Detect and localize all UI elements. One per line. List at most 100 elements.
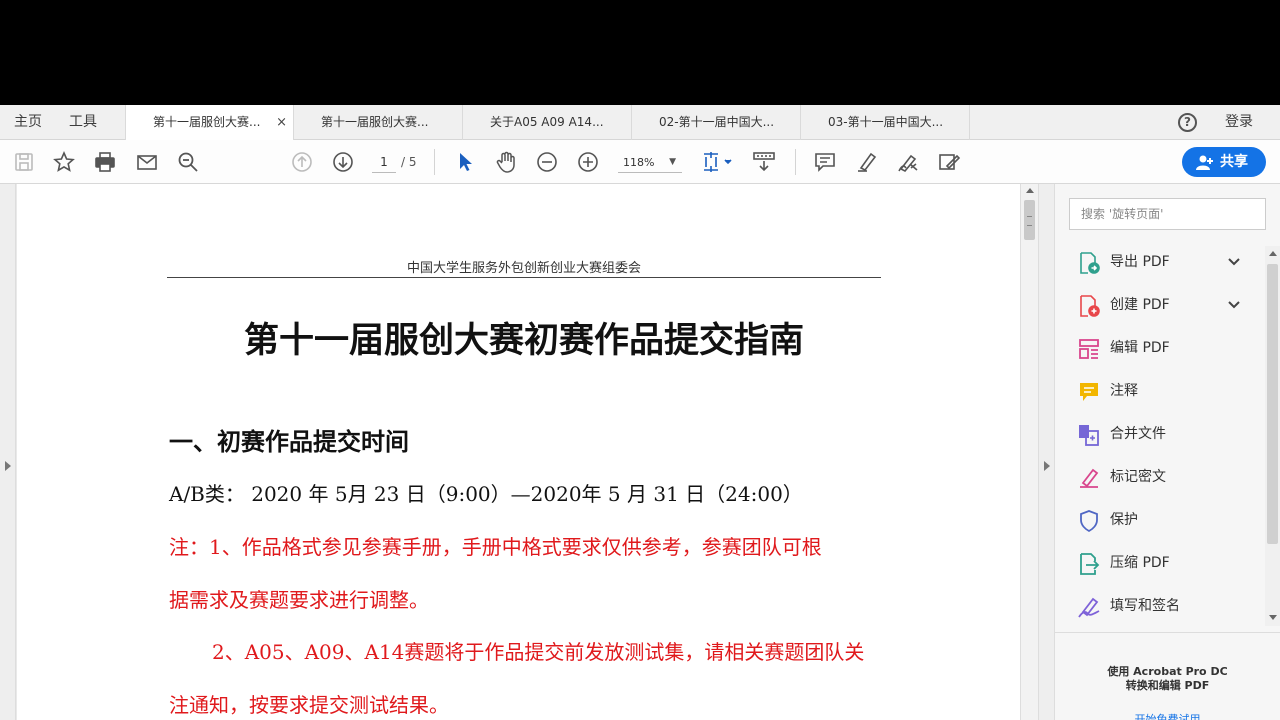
create-pdf-icon — [1077, 294, 1101, 318]
page-number-input[interactable]: 1 — [372, 152, 396, 173]
nav-home[interactable]: 主页 — [14, 105, 42, 140]
scroll-up-icon[interactable] — [1026, 188, 1034, 193]
chevron-right-icon — [5, 461, 11, 471]
tool-edit-pdf[interactable]: 编辑 PDF — [1055, 331, 1265, 365]
free-trial-link[interactable]: 开始免费试用 — [1055, 711, 1280, 720]
tools-scrollbar[interactable] — [1265, 246, 1280, 626]
previous-page-icon[interactable] — [290, 150, 314, 174]
toolbar-divider — [795, 149, 796, 175]
nav-tools[interactable]: 工具 — [69, 105, 97, 140]
zoom-out-icon[interactable] — [535, 150, 559, 174]
next-page-icon[interactable] — [331, 150, 355, 174]
save-icon[interactable] — [12, 150, 36, 174]
note-line: 注通知，按要求提交测试结果。 — [169, 693, 449, 717]
sign-icon[interactable] — [896, 150, 920, 174]
tools-panel: 搜索 '旋转页面' 导出 PDF 创建 PDF 编辑 PDF 注释 合并文件 标… — [1055, 184, 1280, 720]
scroll-up-icon[interactable] — [1269, 251, 1277, 256]
tool-compress-pdf[interactable]: 压缩 PDF — [1055, 546, 1265, 580]
tool-export-pdf[interactable]: 导出 PDF — [1055, 245, 1265, 279]
document-tab-label: 03-第十一届中国大... — [828, 115, 944, 129]
chevron-down-icon[interactable] — [1227, 255, 1241, 269]
tab-bar: 主页 工具 第十一届服创大赛... × 第十一届服创大赛... 关于A05 A0… — [0, 105, 1280, 141]
page-total: / 5 — [401, 155, 417, 169]
tool-combine-files[interactable]: 合并文件 — [1055, 417, 1265, 451]
toolbar: 1 / 5 118% ▼ 共享 — [0, 140, 1280, 184]
edit-pdf-icon — [1077, 337, 1101, 361]
redact-icon — [1077, 466, 1101, 490]
right-panel-toggle[interactable] — [1038, 184, 1055, 720]
document-tab-label: 第十一届服创大赛... — [153, 115, 261, 129]
tool-label: 编辑 PDF — [1110, 340, 1170, 356]
tool-label: 压缩 PDF — [1110, 555, 1170, 571]
combine-files-icon — [1077, 423, 1101, 447]
upgrade-promo: 使用 Acrobat Pro DC 转换和编辑 PDF 开始免费试用 — [1055, 632, 1280, 720]
document-tab[interactable]: 第十一届服创大赛... — [294, 105, 463, 140]
scroll-mode-icon[interactable] — [752, 150, 776, 174]
search-icon[interactable] — [176, 150, 200, 174]
chevron-right-icon — [1044, 461, 1050, 471]
share-button[interactable]: 共享 — [1182, 147, 1266, 177]
document-tab-label: 第十一届服创大赛... — [321, 115, 429, 129]
scroll-thumb[interactable] — [1267, 264, 1278, 544]
pdf-page: 中国大学生服务外包创新创业大赛组委会 第十一届服创大赛初赛作品提交指南 一、初赛… — [17, 184, 1020, 720]
scroll-thumb[interactable] — [1024, 200, 1035, 240]
add-user-icon — [1196, 155, 1213, 170]
left-panel-toggle[interactable] — [0, 184, 16, 720]
document-tab-label: 关于A05 A09 A14... — [490, 115, 604, 129]
chevron-down-icon[interactable] — [1227, 298, 1241, 312]
document-tab[interactable]: 关于A05 A09 A14... — [463, 105, 632, 140]
tool-create-pdf[interactable]: 创建 PDF — [1055, 288, 1265, 322]
section-heading: 一、初赛作品提交时间 — [169, 428, 409, 456]
tool-label: 注释 — [1110, 383, 1138, 399]
protect-icon — [1077, 509, 1101, 533]
fill-sign-icon — [1077, 595, 1101, 619]
tool-protect[interactable]: 保护 — [1055, 503, 1265, 537]
note-line: 据需求及赛题要求进行调整。 — [169, 588, 429, 612]
document-area: 中国大学生服务外包创新创业大赛组委会 第十一届服创大赛初赛作品提交指南 一、初赛… — [0, 184, 1038, 720]
tool-label: 标记密文 — [1110, 469, 1166, 485]
tools-search-input[interactable]: 搜索 '旋转页面' — [1069, 198, 1266, 230]
scroll-down-icon[interactable] — [1269, 615, 1277, 620]
comment-icon[interactable] — [813, 150, 837, 174]
zoom-select[interactable]: 118% ▼ — [618, 152, 682, 173]
highlight-icon[interactable] — [855, 150, 879, 174]
document-scrollbar[interactable] — [1020, 184, 1038, 720]
tool-label: 创建 PDF — [1110, 297, 1170, 313]
login-link[interactable]: 登录 — [1225, 105, 1253, 140]
tool-comment[interactable]: 注释 — [1055, 374, 1265, 408]
zoom-in-icon[interactable] — [576, 150, 600, 174]
page-header: 中国大学生服务外包创新创业大赛组委会 — [406, 261, 641, 276]
document-tab[interactable]: 03-第十一届中国大... — [801, 105, 970, 140]
note-line: 注：1、作品格式参见参赛手册，手册中格式要求仅供参考，参赛团队可根 — [169, 535, 822, 559]
print-icon[interactable] — [93, 150, 117, 174]
select-tool-icon[interactable] — [454, 150, 478, 174]
fit-page-icon[interactable] — [702, 150, 736, 174]
comment-icon — [1077, 380, 1101, 404]
toolbar-divider — [434, 149, 435, 175]
tool-fill-sign[interactable]: 填写和签名 — [1055, 589, 1265, 623]
note-line: 2、A05、A09、A14赛题将于作品提交前发放测试集，请相关赛题团队关 — [212, 640, 865, 664]
document-tab[interactable]: 第十一届服创大赛... × — [125, 105, 294, 141]
submission-time-line: A/B类： 2020 年 5月 23 日（9:00）—2020年 5 月 31 … — [169, 482, 803, 506]
tool-label: 导出 PDF — [1110, 254, 1170, 270]
tools-list: 导出 PDF 创建 PDF 编辑 PDF 注释 合并文件 标记密文 保护 压缩 … — [1055, 242, 1265, 632]
tool-label: 合并文件 — [1110, 426, 1166, 442]
acrobat-window: 主页 工具 第十一届服创大赛... × 第十一届服创大赛... 关于A05 A0… — [0, 105, 1280, 720]
document-title: 第十一届服创大赛初赛作品提交指南 — [243, 321, 804, 361]
share-label: 共享 — [1220, 154, 1248, 170]
help-icon[interactable]: ? — [1178, 113, 1197, 132]
tool-redact[interactable]: 标记密文 — [1055, 460, 1265, 494]
email-icon[interactable] — [135, 150, 159, 174]
chevron-down-icon: ▼ — [669, 157, 676, 167]
tool-label: 填写和签名 — [1110, 598, 1180, 614]
compress-pdf-icon — [1077, 552, 1101, 576]
header-rule — [167, 277, 881, 278]
fill-sign-icon[interactable] — [937, 150, 961, 174]
close-tab-icon[interactable]: × — [276, 105, 287, 140]
hand-tool-icon[interactable] — [494, 150, 518, 174]
document-tab[interactable]: 02-第十一届中国大... — [632, 105, 801, 140]
tool-label: 保护 — [1110, 512, 1138, 528]
export-pdf-icon — [1077, 251, 1101, 275]
document-tab-label: 02-第十一届中国大... — [659, 115, 775, 129]
star-icon[interactable] — [52, 150, 76, 174]
